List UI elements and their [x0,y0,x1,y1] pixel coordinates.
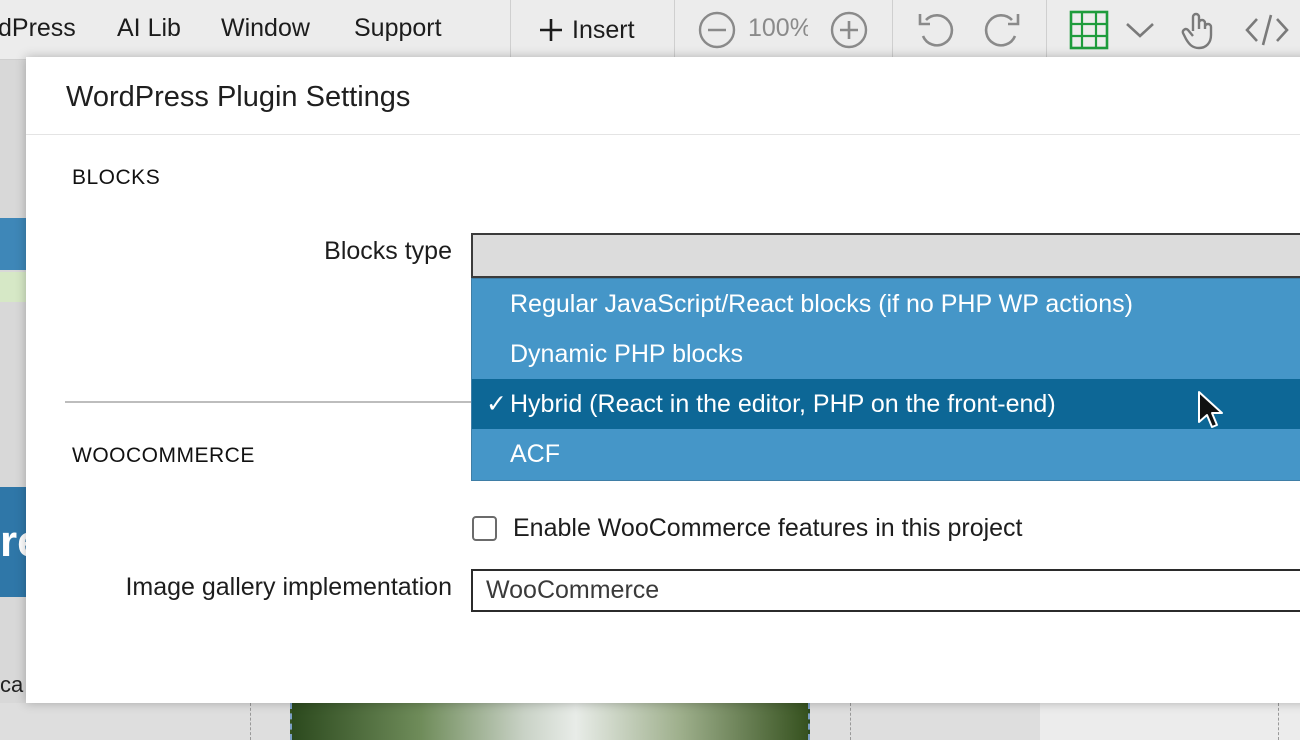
guide-line [1278,703,1279,740]
zoom-level[interactable]: 100% [748,14,808,43]
dropdown-option-acf[interactable]: ACF [472,429,1300,479]
option-label: Dynamic PHP blocks [510,340,743,368]
hand-pointer-icon [1179,9,1219,51]
section-divider [65,401,485,403]
blocks-type-label-cell: Blocks type [26,237,452,277]
option-label: Regular JavaScript/React blocks (if no P… [510,290,1133,318]
insert-button[interactable]: Insert [538,10,635,50]
section-heading-blocks: BLOCKS [72,166,161,189]
background-block [0,272,26,302]
checkmark-icon: ✓ [486,390,507,418]
layout-dropdown-button[interactable] [1122,10,1158,50]
menu-item-support[interactable]: Support [354,14,442,43]
guide-line [250,703,251,740]
background-block [0,218,26,270]
dropdown-option-dynamic-php[interactable]: Dynamic PHP blocks [472,329,1300,379]
redo-button[interactable] [980,10,1024,50]
zoom-in-button[interactable] [828,10,870,50]
code-icon [1245,12,1289,48]
enable-woocommerce-label[interactable]: Enable WooCommerce features in this proj… [513,514,1023,543]
background-panel [1040,703,1300,740]
option-label: ACF [510,440,560,468]
enable-woocommerce-checkbox[interactable] [472,516,497,541]
gallery-label-cell: Image gallery implementation [26,573,452,613]
zoom-out-icon [697,10,737,50]
background-text: re [0,517,26,566]
blocks-type-select[interactable] [471,233,1300,278]
mouse-cursor-icon [1197,390,1223,430]
menu-item-ai-lib[interactable]: AI Lib [117,14,181,43]
option-label: Hybrid (React in the editor, PHP on the … [510,390,1056,418]
redo-icon [980,8,1024,52]
blocks-type-label: Blocks type [324,237,452,265]
background-text: ca [0,672,24,697]
toolbar-separator [674,0,675,60]
editor-background [0,60,26,740]
menu-item-window[interactable]: Window [221,14,310,43]
undo-icon [914,8,958,52]
layout-grid-icon [1068,10,1110,50]
dropdown-option-hybrid[interactable]: ✓ Hybrid (React in the editor, PHP on th… [472,379,1300,429]
zoom-out-button[interactable] [696,10,738,50]
title-divider [26,134,1300,135]
background-image [290,703,810,740]
toolbar-separator [1046,0,1047,60]
insert-label: Insert [572,15,635,44]
image-gallery-select[interactable]: WooCommerce [471,569,1300,612]
image-gallery-value: WooCommerce [486,576,660,604]
app-toolbar: dPress AI Lib Window Support Insert 100% [0,0,1300,60]
dropdown-option-regular-react[interactable]: Regular JavaScript/React blocks (if no P… [472,279,1300,329]
plugin-settings-dialog: WordPress Plugin Settings BLOCKS Blocks … [26,57,1300,703]
interact-mode-button[interactable] [1176,10,1222,50]
blocks-type-dropdown: Regular JavaScript/React blocks (if no P… [471,278,1300,481]
menu-item-wordpress[interactable]: dPress [0,14,76,43]
background-heading-block: re [0,487,26,597]
layout-grid-button[interactable] [1066,10,1112,50]
image-gallery-label: Image gallery implementation [125,573,452,601]
chevron-down-icon [1124,20,1156,40]
dialog-title: WordPress Plugin Settings [66,81,411,113]
toolbar-separator [892,0,893,60]
guide-line [850,703,851,740]
plus-icon [538,17,564,43]
code-view-button[interactable] [1242,10,1292,50]
section-heading-woocommerce: WOOCOMMERCE [72,444,255,467]
toolbar-separator [510,0,511,60]
undo-button[interactable] [914,10,958,50]
zoom-in-icon [829,10,869,50]
